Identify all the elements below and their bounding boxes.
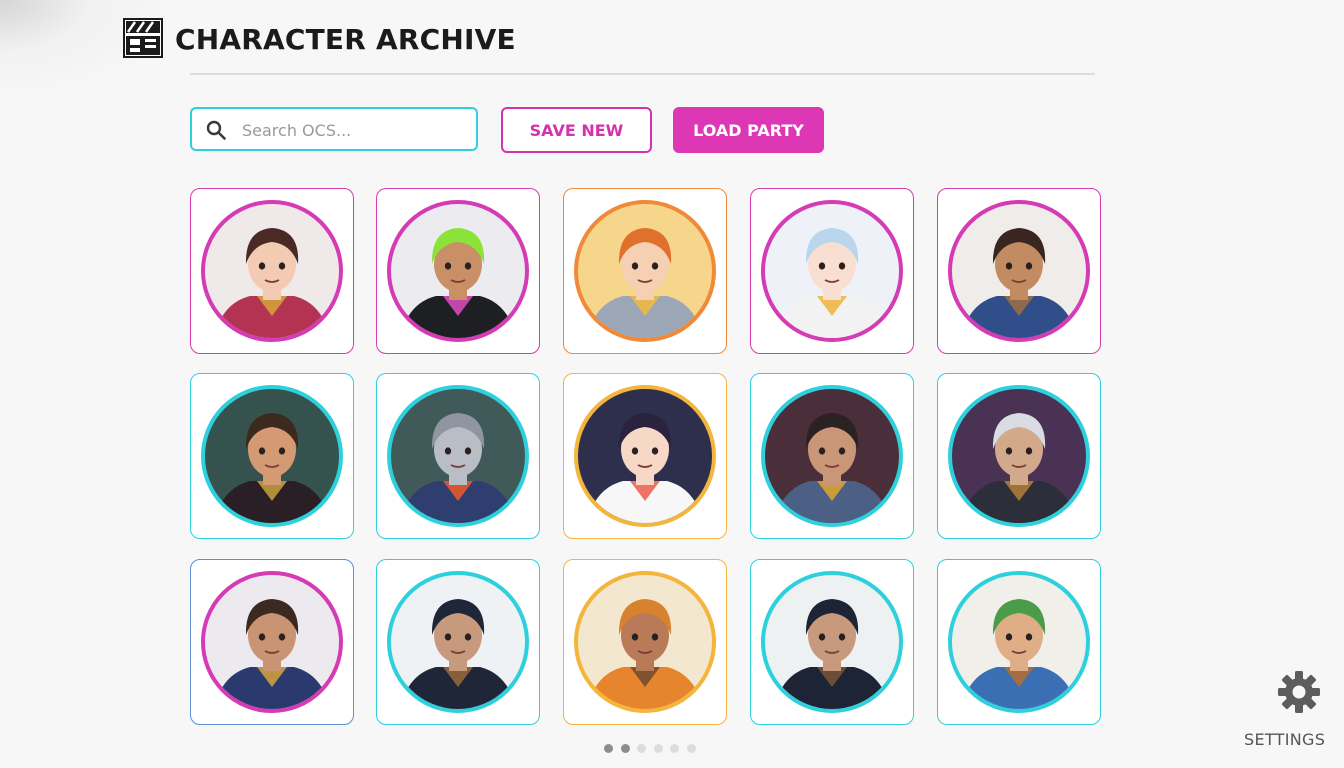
character-avatar: [387, 571, 529, 713]
character-card-idol-girl-flower[interactable]: [563, 373, 727, 539]
character-card-lion-shield-knight[interactable]: [750, 373, 914, 539]
page-dot[interactable]: [653, 744, 663, 753]
character-card-hooded-assassin[interactable]: [376, 559, 540, 725]
clapperboard-icon: [123, 18, 163, 58]
character-avatar: [761, 385, 903, 527]
ninja-portrait: [774, 599, 890, 709]
character-avatar: [387, 200, 529, 342]
search-input[interactable]: [240, 115, 469, 145]
character-avatar: [761, 571, 903, 713]
page-title: CHARACTER ARCHIVE: [175, 23, 516, 56]
character-avatar: [948, 200, 1090, 342]
search-icon: [206, 120, 226, 140]
character-avatar: [574, 385, 716, 527]
search-box[interactable]: [190, 107, 478, 151]
scholar-portrait: [214, 599, 330, 709]
character-avatar: [201, 385, 343, 527]
idol-portrait: [587, 413, 703, 523]
assassin-portrait: [400, 599, 516, 709]
page-dot[interactable]: [686, 744, 696, 753]
character-card-fox-eared-mage[interactable]: [563, 188, 727, 354]
settings-label: SETTINGS: [1244, 730, 1326, 749]
character-card-rogue-adventurer[interactable]: [937, 188, 1101, 354]
character-card-pirate-captain[interactable]: [190, 373, 354, 539]
rogue-portrait: [961, 228, 1077, 338]
load-party-button[interactable]: LOAD PARTY: [673, 107, 824, 153]
character-avatar: [948, 571, 1090, 713]
save-new-button[interactable]: SAVE NEW: [501, 107, 652, 153]
character-card-samurai-armored-girl[interactable]: [190, 188, 354, 354]
character-card-masked-ninja[interactable]: [750, 559, 914, 725]
character-avatar: [948, 385, 1090, 527]
character-archive-screen: CHARACTER ARCHIVE SAVE NEW LOAD PARTY: [0, 0, 1344, 768]
character-avatar: [761, 200, 903, 342]
character-card-bearded-scholar[interactable]: [190, 559, 354, 725]
character-card-green-mohawk-punk[interactable]: [376, 188, 540, 354]
nomad-portrait: [587, 599, 703, 709]
character-avatar: [387, 385, 529, 527]
samurai-portrait: [214, 228, 330, 338]
page-dot[interactable]: [604, 744, 613, 753]
tinkerer-portrait: [961, 599, 1077, 709]
page-dot[interactable]: [670, 744, 679, 753]
knight-portrait: [774, 413, 890, 523]
fox-mage-portrait: [587, 228, 703, 338]
character-card-cat-eared-rainbow-girl[interactable]: [750, 188, 914, 354]
character-card-silver-haired-swordsman[interactable]: [937, 373, 1101, 539]
gear-icon: [1278, 671, 1320, 713]
cat-girl-portrait: [774, 228, 890, 338]
swordsman-portrait: [961, 413, 1077, 523]
robot-portrait: [400, 413, 516, 523]
character-avatar: [574, 200, 716, 342]
page-dot[interactable]: [620, 744, 630, 753]
character-avatar: [201, 200, 343, 342]
character-avatar: [574, 571, 716, 713]
settings-button[interactable]: SETTINGS: [1240, 668, 1332, 754]
character-avatar: [201, 571, 343, 713]
character-card-goggled-tinkerer[interactable]: [937, 559, 1101, 725]
character-card-desert-nomad[interactable]: [563, 559, 727, 725]
header-divider: [190, 73, 1095, 75]
character-card-robot-knight[interactable]: [376, 373, 540, 539]
page-dot[interactable]: [637, 744, 646, 753]
punk-portrait: [400, 228, 516, 338]
pirate-portrait: [214, 413, 330, 523]
